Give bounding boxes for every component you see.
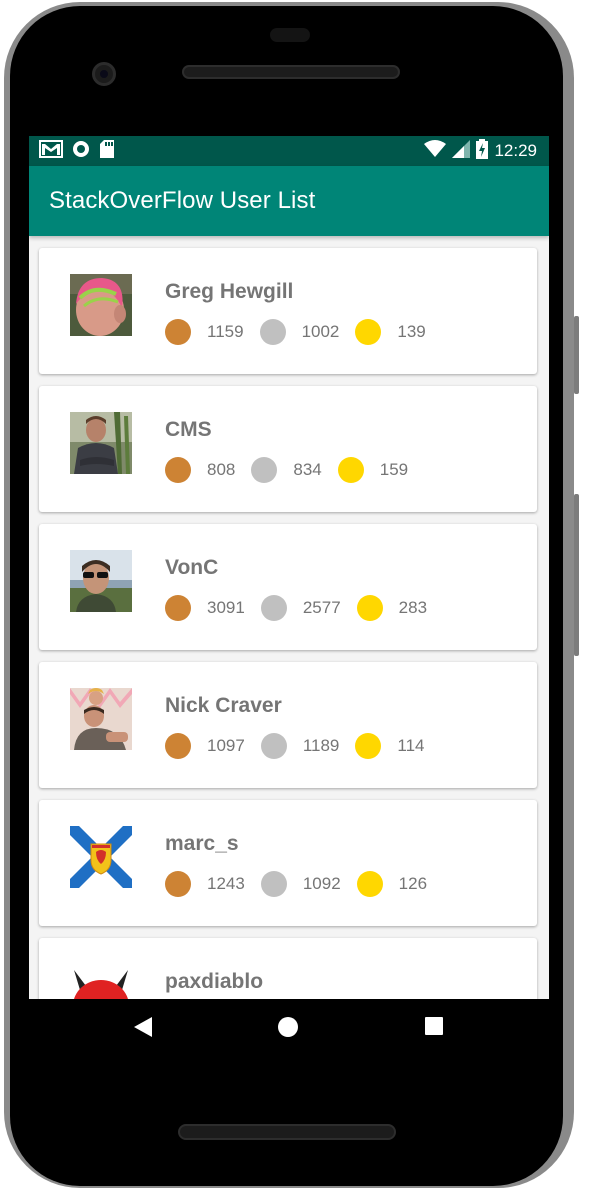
user-name: Greg Hewgill — [165, 280, 294, 303]
silver-count: 834 — [293, 460, 322, 479]
silver-badge-icon — [259, 319, 286, 345]
user-name: paxdiablo — [165, 970, 264, 993]
signal-icon — [452, 139, 471, 163]
user-card[interactable]: Nick Craver 1097 1189 114 — [39, 662, 537, 788]
silver-badge-icon — [260, 871, 287, 897]
badge-row: 1243 1092 126 — [165, 870, 443, 898]
gold-badge-icon — [355, 733, 382, 759]
red-devil-avatar — [70, 964, 132, 999]
sync-circle-icon — [71, 139, 91, 164]
badge-row: 3091 2577 283 — [165, 594, 443, 622]
gold-count: 159 — [379, 460, 409, 479]
nova-scotia-flag-avatar — [70, 826, 132, 888]
bronze-count: 808 — [207, 460, 236, 479]
front-camera-icon — [92, 62, 116, 86]
silver-count: 1002 — [301, 322, 340, 341]
badge-row: 1097 1189 114 — [165, 732, 441, 760]
recents-icon[interactable] — [424, 1016, 448, 1038]
pink-hair-avatar — [70, 274, 132, 336]
bronze-badge-icon — [165, 733, 191, 759]
man-arms-crossed-avatar — [70, 412, 132, 474]
user-name: marc_s — [165, 832, 239, 855]
user-card[interactable]: Greg Hewgill 1159 1002 139 — [39, 248, 537, 374]
bronze-count: 1159 — [207, 322, 244, 341]
power-button — [574, 316, 579, 394]
volume-button — [574, 494, 579, 656]
user-name: VonC — [165, 556, 219, 579]
silver-badge-icon — [260, 733, 287, 759]
bronze-badge-icon — [165, 595, 191, 621]
bottom-speaker — [178, 1124, 396, 1140]
user-card[interactable]: CMS 808 834 159 — [39, 386, 537, 512]
back-icon[interactable] — [132, 1016, 156, 1038]
earpiece-speaker — [182, 65, 400, 79]
silver-badge-icon — [251, 457, 278, 483]
gold-count: 114 — [397, 736, 425, 755]
gold-count: 139 — [397, 322, 426, 341]
phone-screen: 12:29 StackOverFlow User List Greg Hewgi… — [29, 136, 549, 1053]
badge-row: 1159 1002 139 — [165, 318, 442, 346]
gold-badge-icon — [337, 457, 364, 483]
navigation-bar — [29, 999, 549, 1053]
bronze-badge-icon — [165, 871, 191, 897]
man-sunglasses-avatar — [70, 550, 132, 612]
man-with-child-avatar — [70, 688, 132, 750]
app-title: StackOverFlow User List — [49, 187, 316, 214]
bronze-count: 1097 — [207, 736, 245, 755]
battery-charging-icon — [476, 138, 489, 164]
gold-badge-icon — [355, 319, 382, 345]
gold-badge-icon — [356, 871, 383, 897]
silver-count: 1189 — [302, 736, 340, 755]
bronze-count: 3091 — [207, 598, 245, 617]
silver-badge-icon — [260, 595, 287, 621]
user-card[interactable]: paxdiablo — [39, 938, 537, 999]
wifi-icon — [424, 139, 447, 163]
badge-row: 808 834 159 — [165, 456, 424, 484]
user-list[interactable]: Greg Hewgill 1159 1002 139 CMS 808 834 1… — [29, 236, 549, 999]
user-card[interactable]: VonC 3091 2577 283 — [39, 524, 537, 650]
user-name: Nick Craver — [165, 694, 282, 717]
bronze-badge-icon — [165, 319, 191, 345]
status-time: 12:29 — [494, 141, 537, 160]
proximity-sensor — [270, 28, 310, 42]
bronze-count: 1243 — [207, 874, 245, 893]
home-icon[interactable] — [277, 1016, 301, 1038]
user-card[interactable]: marc_s 1243 1092 126 — [39, 800, 537, 926]
silver-count: 2577 — [302, 598, 341, 617]
gold-count: 283 — [398, 598, 428, 617]
gmail-icon — [39, 139, 63, 163]
status-bar: 12:29 — [29, 136, 549, 166]
app-toolbar: StackOverFlow User List — [29, 166, 549, 236]
user-name: CMS — [165, 418, 212, 441]
sd-card-icon — [99, 139, 115, 164]
bronze-badge-icon — [165, 457, 191, 483]
silver-count: 1092 — [302, 874, 341, 893]
gold-count: 126 — [398, 874, 428, 893]
gold-badge-icon — [356, 595, 383, 621]
